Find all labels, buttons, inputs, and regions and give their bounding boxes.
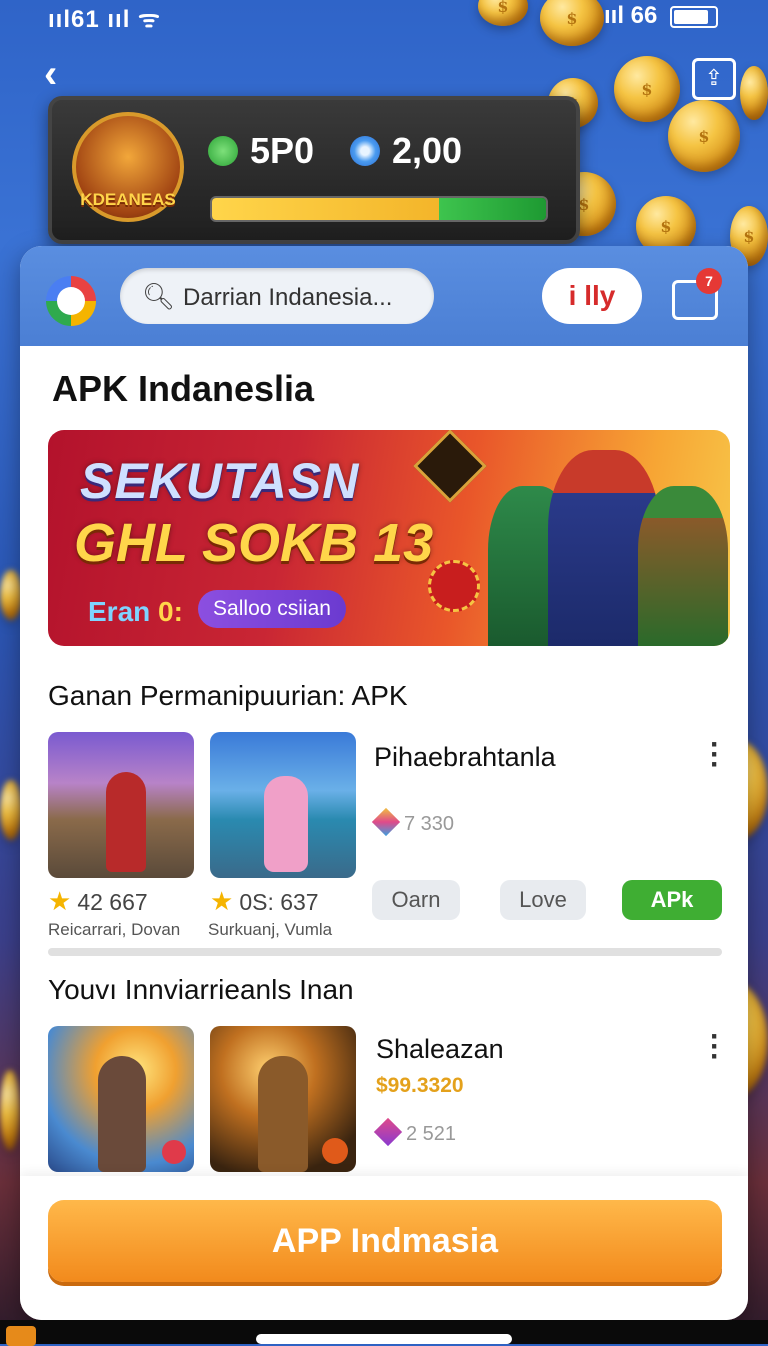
- banner-emblem-icon: [413, 430, 487, 503]
- progress-fill-yellow: [212, 198, 440, 220]
- app-mini-icon: [6, 1326, 36, 1346]
- app-downloads: 7 330: [371, 807, 455, 837]
- app-downloads-value: 7 330: [404, 813, 455, 835]
- cart-badge: 7: [696, 268, 722, 294]
- coin-decoration: $: [668, 100, 740, 172]
- coin-decoration: $: [614, 56, 680, 122]
- star-icon: ★: [210, 886, 234, 916]
- character-figure: [106, 772, 146, 872]
- search-icon: 🔍︎: [142, 281, 176, 311]
- banner-earn-label: Eran: [88, 596, 151, 627]
- more-options-icon[interactable]: · · ·: [710, 1022, 720, 1072]
- search-placeholder: Darrian Indanesia...: [183, 284, 393, 311]
- game-rating: ★ 0S: 637: [210, 886, 319, 917]
- app-price: $99.3320: [376, 1074, 464, 1097]
- banner-cta-button[interactable]: Salloo csiian: [198, 590, 346, 628]
- game-thumbnail[interactable]: [48, 1026, 194, 1172]
- section-title: Youvı Innviarrieanls Inan: [48, 974, 354, 1005]
- chip-apk[interactable]: APk: [622, 880, 722, 920]
- search-input[interactable]: 🔍︎ Darrian Indanesia...: [120, 268, 434, 324]
- character-figure: [98, 1056, 146, 1172]
- character-figure: [264, 776, 308, 872]
- banner-headline: SEKUTASN: [80, 453, 360, 509]
- progress-fill-green: [439, 198, 546, 220]
- hero-character: [638, 486, 728, 646]
- share-icon[interactable]: ⇪: [692, 58, 736, 100]
- game-thumbnail[interactable]: [210, 732, 356, 878]
- game-thumbnail[interactable]: [210, 1026, 356, 1172]
- banner-subheadline: GHL SOKB 13: [74, 513, 434, 573]
- badge-icon: [162, 1140, 186, 1164]
- game-thumbnail[interactable]: [48, 732, 194, 878]
- banner-seal-icon: [428, 560, 480, 612]
- chip-love[interactable]: Love: [500, 880, 586, 920]
- promo-banner[interactable]: SEKUTASN GHL SOKB 13 Eran 0: Salloo csii…: [48, 430, 730, 646]
- more-options-icon[interactable]: · · ·: [710, 730, 720, 780]
- app-downloads-value: 2 521: [406, 1123, 457, 1145]
- primary-install-button[interactable]: APP Indmasia: [48, 1200, 722, 1282]
- app-name[interactable]: Pihaebrahtanla: [374, 742, 556, 773]
- star-icon: ★: [48, 886, 72, 916]
- wallet-panel: KDEANEAS 5P0 2,00: [48, 96, 580, 244]
- logo-text: KDEANEAS: [80, 190, 176, 209]
- status-left: ııl61 ııl ᯤ: [48, 6, 161, 33]
- gem-icon: [350, 136, 380, 166]
- header-pill-button[interactable]: i lly: [542, 268, 642, 324]
- store-top-bar: 🔍︎ Darrian Indanesia... i lly 7: [20, 246, 748, 346]
- app-name[interactable]: Shaleazan: [376, 1034, 504, 1065]
- coin-decoration: [0, 1070, 20, 1150]
- coin-balance: 5P0: [208, 130, 314, 172]
- battery-icon: [670, 5, 719, 28]
- page-title: APK Indaneslia: [52, 368, 315, 409]
- app-downloads: 2 521: [373, 1117, 457, 1147]
- coin-balance-value: 5P0: [250, 130, 315, 171]
- store-logo-icon[interactable]: [46, 276, 96, 326]
- character-figure: [258, 1056, 308, 1172]
- coin-decoration: [0, 570, 22, 620]
- banner-earn: Eran 0:: [88, 596, 183, 628]
- back-button[interactable]: ‹: [44, 52, 57, 97]
- coin-decoration: [740, 66, 768, 120]
- gem-balance: 2,00: [350, 130, 462, 172]
- chip-oarn[interactable]: Oarn: [372, 880, 460, 920]
- section-divider: [48, 948, 722, 956]
- signal-text: ııl 66: [604, 2, 658, 29]
- game-rating-value: 42 667: [77, 889, 148, 915]
- status-right: ııl 66: [604, 2, 719, 30]
- bottom-action-bar: APP Indmasia: [20, 1176, 748, 1320]
- game-subtitle: Surkuanj, Vumla: [208, 920, 333, 939]
- gem-icon: [371, 807, 401, 837]
- game-subtitle: Reicarrari, Dovan: [48, 920, 181, 939]
- game-rating: ★ 42 667: [48, 886, 148, 917]
- gem-balance-value: 2,00: [392, 130, 463, 171]
- leaf-coin-icon: [208, 136, 238, 166]
- section-title: Ganan Permanipuurian: APK: [48, 680, 408, 711]
- gem-icon: [373, 1117, 403, 1147]
- game-rating-value: 0S: 637: [239, 889, 319, 915]
- game-logo: KDEANEAS: [72, 112, 184, 222]
- status-bar: ııl61 ııl ᯤ ııl 66: [0, 0, 768, 34]
- banner-earn-value: 0:: [158, 596, 183, 627]
- home-indicator[interactable]: [256, 1334, 512, 1344]
- coin-decoration: [0, 780, 22, 840]
- store-card: 🔍︎ Darrian Indanesia... i lly 7 APK Indan…: [20, 246, 748, 1320]
- level-progress-bar: [210, 196, 548, 222]
- badge-icon: [322, 1138, 348, 1164]
- system-nav-bar: [0, 1320, 768, 1346]
